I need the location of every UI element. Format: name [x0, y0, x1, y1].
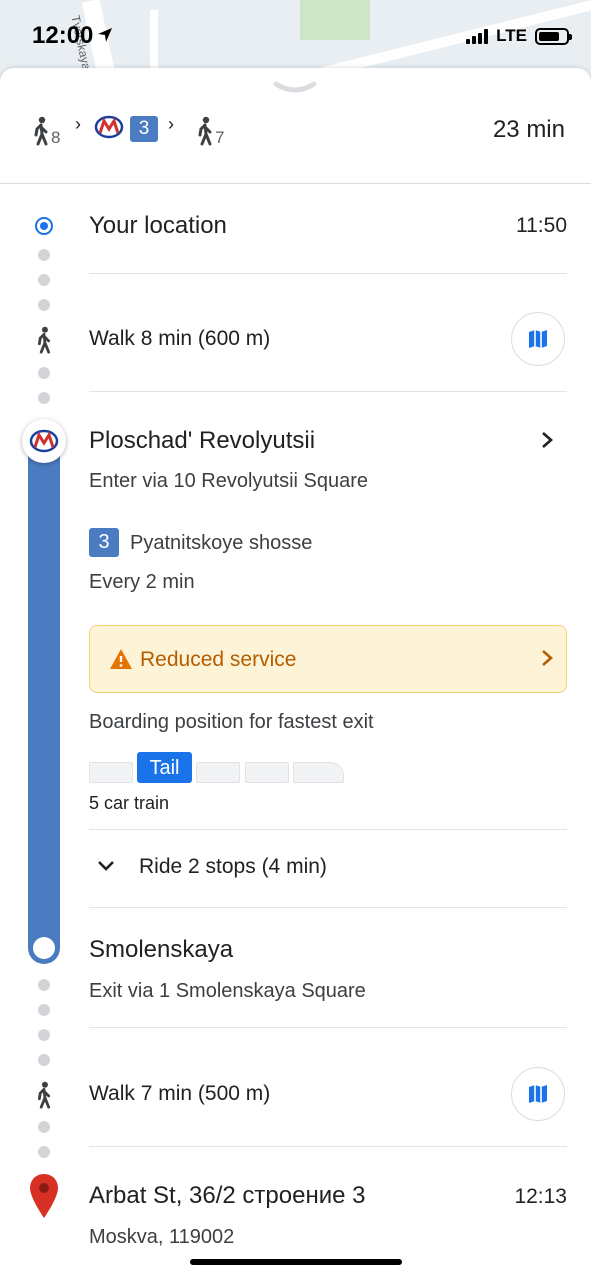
boarding-title: Boarding position for fastest exit	[89, 711, 374, 733]
end-station-name[interactable]: Smolenskaya	[89, 936, 233, 964]
train-car	[196, 762, 240, 783]
total-duration: 23 min	[492, 116, 565, 143]
destination-city: Moskva, 119002	[89, 1226, 235, 1248]
chevron-right-icon: ›	[75, 114, 81, 134]
metro-line-bar	[28, 454, 60, 964]
signal-icon	[466, 28, 489, 44]
origin-dot-icon	[35, 217, 53, 235]
map-icon	[529, 1085, 547, 1103]
divider	[89, 1027, 567, 1028]
timeline-dot	[38, 249, 50, 261]
route-summary[interactable]: 8 › 3 › 7 23 min	[0, 108, 591, 184]
train-car	[245, 762, 289, 783]
train-car	[293, 762, 344, 783]
divider	[89, 273, 567, 274]
walk1-label[interactable]: Walk 8 min (600 m)	[89, 327, 270, 351]
chevron-right-icon[interactable]	[539, 430, 555, 450]
start-station-name[interactable]: Ploschad' Revolyutsii	[89, 427, 315, 455]
train-car-tail: Tail	[137, 752, 192, 783]
pin-icon	[30, 1174, 58, 1218]
map-icon	[529, 330, 547, 348]
divider	[89, 907, 567, 908]
battery-icon	[535, 27, 572, 45]
alert-text: Reduced service	[140, 648, 297, 671]
status-time: 12:00	[32, 22, 94, 49]
walk-icon	[198, 116, 212, 146]
end-station-marker	[33, 937, 55, 959]
divider	[89, 1146, 567, 1147]
collapse-handle-icon[interactable]	[272, 80, 318, 96]
timeline-dot	[38, 392, 50, 404]
metro-logo-icon	[29, 429, 59, 453]
status-bar: 12:00 LTE	[0, 0, 591, 70]
walk-icon	[37, 1081, 51, 1109]
walk-icon	[37, 326, 51, 354]
timeline-dot	[38, 979, 50, 991]
service-alert[interactable]: Reduced service	[89, 625, 567, 693]
metro-station-marker	[22, 419, 66, 463]
timeline-dot	[38, 1029, 50, 1041]
chevron-right-icon	[542, 650, 553, 666]
chevron-down-icon	[98, 861, 114, 871]
walk-end-minutes: 7	[215, 128, 225, 147]
chevron-right-icon: ›	[168, 114, 174, 134]
train-info: 5 car train	[89, 793, 170, 813]
line-direction: Pyatnitskoye shosse	[130, 532, 313, 554]
summary-line-badge: 3	[130, 116, 158, 142]
network-type: LTE	[496, 26, 527, 45]
walk-start-minutes: 8	[51, 128, 61, 147]
line-badge: 3	[89, 528, 119, 557]
origin-time: 11:50	[516, 214, 567, 237]
walk2-label[interactable]: Walk 7 min (500 m)	[89, 1082, 270, 1106]
location-arrow-icon	[98, 28, 112, 42]
timeline-dot	[38, 1054, 50, 1066]
walk-icon	[34, 116, 48, 146]
warning-icon	[110, 649, 132, 669]
divider	[89, 829, 567, 830]
origin-label[interactable]: Your location	[89, 212, 227, 240]
timeline-dot	[38, 1146, 50, 1158]
ride-stops-label: Ride 2 stops (4 min)	[139, 855, 327, 878]
station-entrance: Enter via 10 Revolyutsii Square	[89, 470, 369, 492]
divider	[89, 391, 567, 392]
timeline-dot	[38, 367, 50, 379]
timeline-dot	[38, 1004, 50, 1016]
timeline-dot	[38, 299, 50, 311]
station-exit: Exit via 1 Smolenskaya Square	[89, 980, 366, 1002]
line-frequency: Every 2 min	[89, 571, 195, 593]
home-indicator[interactable]	[190, 1259, 402, 1265]
train-car	[89, 762, 133, 783]
walk2-map-button[interactable]	[511, 1067, 565, 1121]
timeline-dot	[38, 1121, 50, 1133]
metro-logo-icon	[94, 115, 124, 139]
timeline-dot	[38, 274, 50, 286]
destination-time: 12:13	[514, 1185, 567, 1208]
walk1-map-button[interactable]	[511, 312, 565, 366]
destination-address[interactable]: Arbat St, 36/2 строение 3	[89, 1182, 365, 1210]
